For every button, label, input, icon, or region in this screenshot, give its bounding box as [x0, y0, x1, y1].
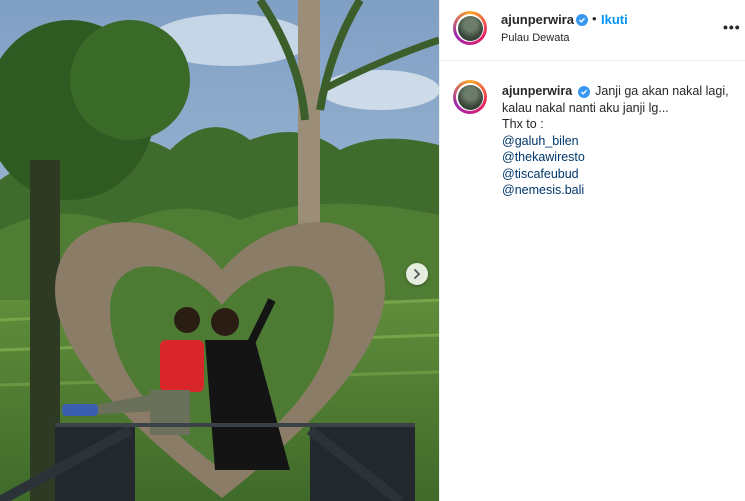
avatar-image: [457, 15, 483, 41]
photo-scene: [0, 0, 439, 501]
verified-badge-icon: [576, 14, 588, 26]
post-detail-panel: ajunperwira • Ikuti Pulau Dewata ••• aju…: [439, 0, 745, 501]
post-header: ajunperwira • Ikuti Pulau Dewata •••: [440, 0, 745, 61]
separator-dot: •: [592, 11, 597, 26]
post-photo[interactable]: [0, 0, 439, 501]
chevron-right-icon: [414, 269, 421, 279]
mention-link[interactable]: @galuh_bilen: [502, 133, 738, 150]
header-username[interactable]: ajunperwira: [501, 12, 574, 27]
mention-link[interactable]: @nemesis.bali: [502, 182, 738, 199]
caption-thanks: Thx to :: [502, 117, 544, 131]
caption: ajunperwira Janji ga akan nakal lagi, ka…: [502, 83, 738, 199]
mention-link[interactable]: @thekawiresto: [502, 149, 738, 166]
caption-username[interactable]: ajunperwira: [502, 84, 572, 98]
verified-badge-icon: [577, 86, 590, 98]
mention-link[interactable]: @tiscafeubud: [502, 166, 738, 183]
next-photo-button[interactable]: [406, 263, 428, 285]
avatar[interactable]: [453, 11, 487, 45]
location-link[interactable]: Pulau Dewata: [501, 32, 570, 44]
caption-avatar[interactable]: [453, 80, 487, 114]
follow-button[interactable]: Ikuti: [601, 12, 628, 27]
avatar-image: [457, 84, 483, 110]
more-options-icon[interactable]: •••: [723, 19, 741, 35]
